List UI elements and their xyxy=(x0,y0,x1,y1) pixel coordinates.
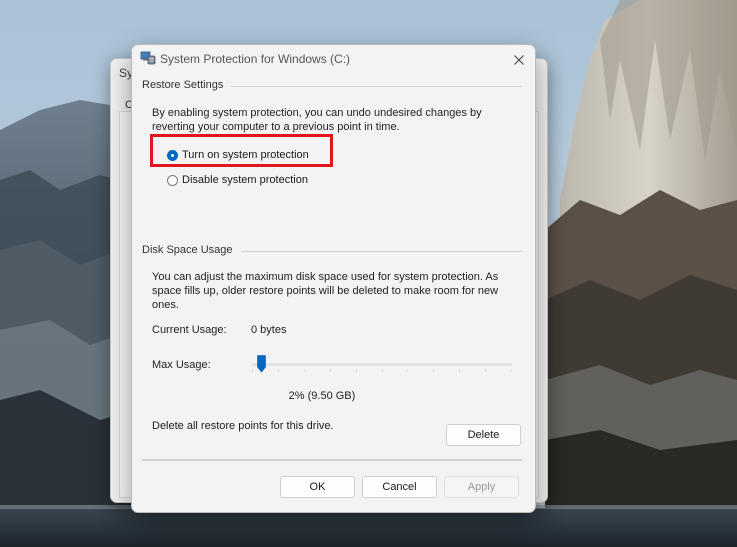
radio-button-selected[interactable] xyxy=(167,149,178,161)
restore-settings-label: Restore Settings xyxy=(142,79,232,91)
title-bar[interactable]: System Protection for Windows (C:) xyxy=(132,45,535,75)
ok-button[interactable]: OK xyxy=(280,476,355,498)
max-usage-readout: 2% (9.50 GB) xyxy=(288,390,356,402)
close-button[interactable] xyxy=(504,47,534,73)
disk-space-label: Disk Space Usage xyxy=(142,244,241,256)
slider-thumb[interactable] xyxy=(257,355,266,373)
cancel-button[interactable]: Cancel xyxy=(362,476,437,498)
slider-tick xyxy=(252,369,253,372)
slider-tick xyxy=(407,369,408,372)
current-usage-value: 0 bytes xyxy=(251,324,287,336)
current-usage-label: Current Usage: xyxy=(152,324,227,336)
slider-tick xyxy=(356,369,357,372)
system-protection-dialog: System Protection for Windows (C:) Resto… xyxy=(131,44,536,513)
radio-turn-on-protection[interactable]: Turn on system protection xyxy=(167,149,309,161)
footer-divider xyxy=(142,459,522,461)
dialog-title: System Protection for Windows (C:) xyxy=(160,52,351,66)
slider-tick xyxy=(459,369,460,372)
slider-tick xyxy=(330,369,331,372)
radio-button-unselected[interactable] xyxy=(167,174,178,186)
radio-disable-label: Disable system protection xyxy=(182,174,308,186)
slider-tick xyxy=(485,369,486,372)
slider-tick xyxy=(511,369,512,372)
max-usage-label: Max Usage: xyxy=(152,359,211,371)
max-usage-slider[interactable] xyxy=(252,355,512,375)
slider-tick xyxy=(278,369,279,372)
close-icon xyxy=(514,55,524,65)
delete-button[interactable]: Delete xyxy=(446,424,521,446)
slider-track[interactable] xyxy=(252,363,512,366)
radio-turn-on-label: Turn on system protection xyxy=(182,149,309,161)
system-protection-icon xyxy=(140,51,156,65)
delete-restore-points-text: Delete all restore points for this drive… xyxy=(152,420,334,432)
disk-space-description: You can adjust the maximum disk space us… xyxy=(152,271,499,311)
restore-settings-description: By enabling system protection, you can u… xyxy=(152,107,482,133)
slider-tick xyxy=(433,369,434,372)
apply-button[interactable]: Apply xyxy=(444,476,519,498)
slider-tick xyxy=(382,369,383,372)
radio-disable-protection[interactable]: Disable system protection xyxy=(167,174,308,186)
slider-tick xyxy=(304,369,305,372)
